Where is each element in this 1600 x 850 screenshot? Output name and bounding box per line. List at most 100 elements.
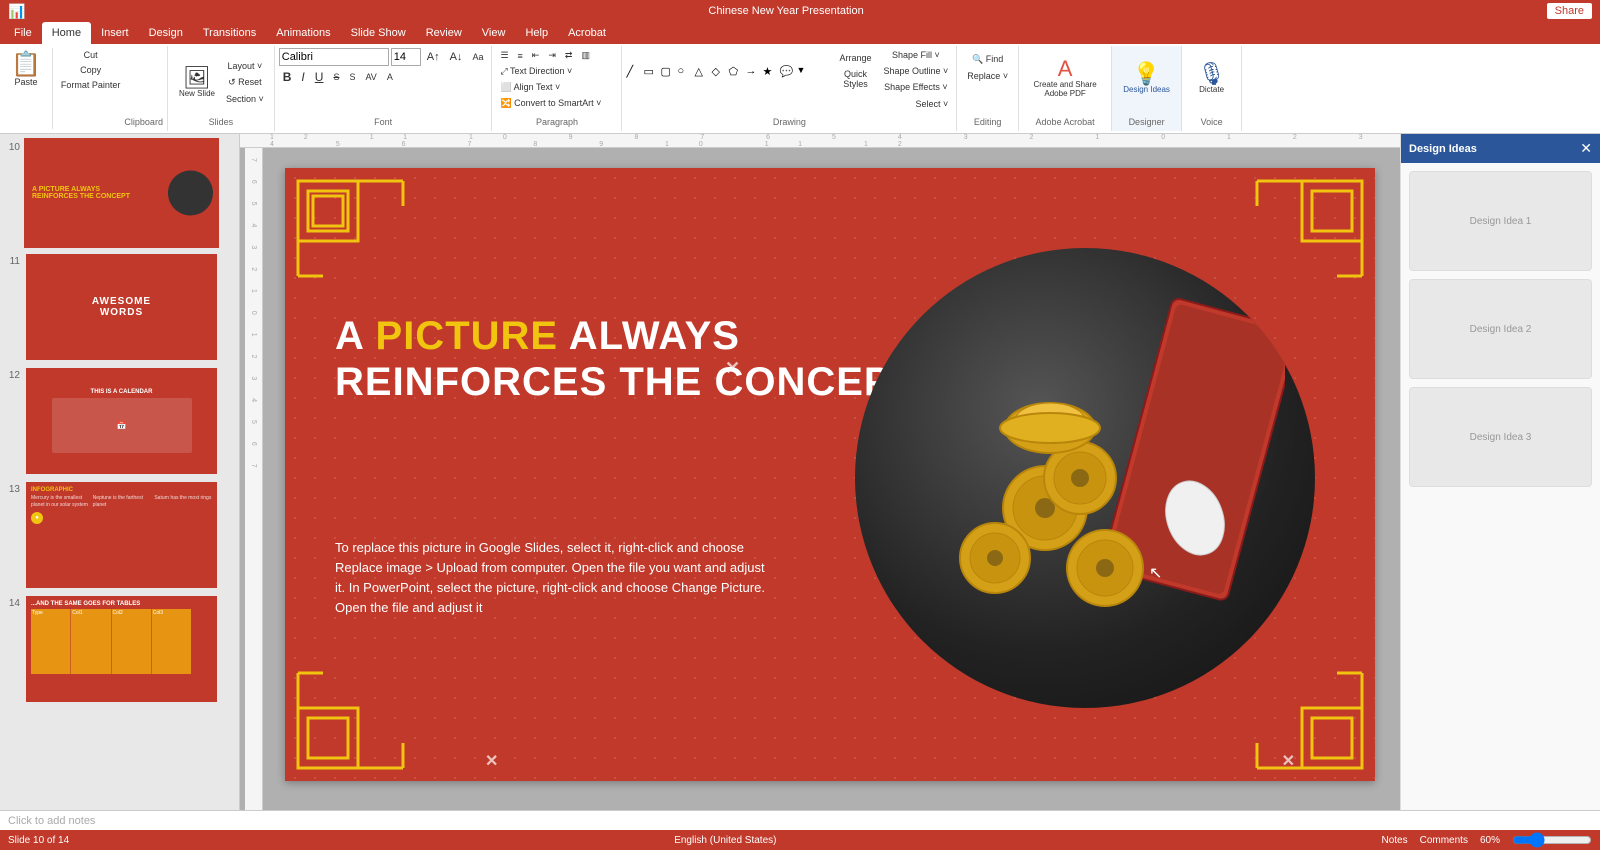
italic-button[interactable]: I (297, 68, 308, 86)
design-idea-3[interactable]: Design Idea 3 (1409, 387, 1592, 487)
font-name-input[interactable] (279, 48, 389, 66)
shape-triangle[interactable]: △ (694, 65, 710, 78)
section-button[interactable]: Section ˅ (222, 92, 268, 106)
language-info: English (United States) (674, 835, 776, 846)
replace-button[interactable]: Replace ˅ (963, 69, 1012, 83)
decrease-font-button[interactable]: A↓ (446, 49, 467, 65)
tab-insert[interactable]: Insert (91, 22, 139, 44)
adobe-icon: A (1058, 58, 1073, 80)
design-idea-1[interactable]: Design Idea 1 (1409, 171, 1592, 271)
shape-pentagon[interactable]: ⬠ (728, 65, 744, 78)
tab-help[interactable]: Help (515, 22, 558, 44)
align-text-button[interactable]: ⬜ Align Text ˅ (496, 80, 564, 95)
drawing-group: ╱ ▭ ▢ ○ △ ◇ ⬠ → ★ 💬 ▼ Arrange QuickStyle… (622, 46, 957, 131)
notes-button[interactable]: Notes (1381, 835, 1407, 846)
shape-more[interactable]: ▼ (796, 65, 812, 78)
layout-button[interactable]: Layout ˅ (222, 59, 268, 73)
slide-canvas[interactable]: ✕ ✕ ✕ ✕ A Picture Always Reinforces The … (285, 168, 1375, 781)
zoom-slider[interactable] (1512, 835, 1592, 845)
slide-num-12: 12 (4, 366, 20, 381)
slide-thumb-14[interactable]: 14 ...And the same goes for tables Type … (4, 594, 235, 704)
slide-img-11[interactable]: AwesomeWords (24, 252, 219, 362)
select-button[interactable]: Select ˅ (912, 97, 953, 111)
quick-styles-button[interactable]: QuickStyles (835, 67, 875, 91)
find-button[interactable]: 🔍 Find (963, 52, 1012, 67)
tab-transitions[interactable]: Transitions (193, 22, 266, 44)
slide-img-12[interactable]: This is a Calendar 📅 (24, 366, 219, 476)
fontcolor-button[interactable]: A (383, 70, 397, 84)
designer-close-button[interactable]: ✕ (1580, 140, 1592, 157)
dictate-button[interactable]: 🎙 Dictate (1191, 48, 1233, 108)
text-direction-button[interactable]: ⤢ Text Direction ˅ (496, 64, 576, 79)
underline-button[interactable]: U (311, 68, 328, 86)
slide-heading[interactable]: A Picture Always Reinforces The Concept (335, 313, 917, 405)
strikethrough-button[interactable]: S (329, 70, 343, 84)
slide-thumb-11[interactable]: 11 AwesomeWords (4, 252, 235, 362)
shape-outline-button[interactable]: Shape Outline ˅ (879, 64, 952, 78)
tab-view[interactable]: View (472, 22, 516, 44)
slide-thumb-10[interactable]: 10 A Picture AlwaysReinforces The Concep… (4, 138, 235, 248)
ribbon: 📋 Paste Cut Copy Format Painter Clipboar… (0, 44, 1600, 134)
rtl-button[interactable]: ⇄ (561, 48, 577, 63)
convert-smartart-button[interactable]: 🔀 Convert to SmartArt ˅ (496, 96, 605, 111)
share-button[interactable]: Share (1547, 3, 1592, 19)
comments-button[interactable]: Comments (1420, 835, 1468, 846)
tab-file[interactable]: File (4, 22, 42, 44)
columns-button[interactable]: ▥ (577, 48, 594, 63)
slide-body-text[interactable]: To replace this picture in Google Slides… (335, 538, 775, 619)
new-slide-button[interactable]: 🖼 New Slide (174, 53, 220, 113)
designer-group: 💡 Design Ideas Designer (1112, 46, 1182, 131)
increase-indent-button[interactable]: ⇥ (544, 48, 560, 63)
heading-always: Always (558, 314, 740, 358)
reset-button[interactable]: ↺ Reset (222, 75, 268, 90)
arrange-button[interactable]: Arrange (835, 51, 875, 65)
bold-button[interactable]: B (279, 68, 296, 86)
shape-fill-button[interactable]: Shape Fill ˅ (879, 48, 952, 62)
shape-effects-button[interactable]: Shape Effects ˅ (879, 80, 952, 94)
bullets-button[interactable]: ☰ (496, 48, 512, 63)
copy-button[interactable]: Copy (57, 63, 125, 77)
paste-button[interactable]: 📋 Paste (4, 48, 48, 92)
create-pdf-button[interactable]: A Create and Share Adobe PDF (1023, 48, 1107, 108)
shape-circle[interactable]: ○ (677, 65, 693, 78)
shape-diamond[interactable]: ◇ (711, 65, 727, 78)
tab-home[interactable]: Home (42, 22, 91, 44)
design-ideas-button[interactable]: 💡 Design Ideas (1116, 48, 1177, 108)
slide-thumb-12[interactable]: 12 This is a Calendar 📅 (4, 366, 235, 476)
canvas-wrapper[interactable]: 7 6 5 4 3 2 1 0 1 2 3 4 5 6 7 (245, 148, 1395, 810)
slide-img-10[interactable]: A Picture AlwaysReinforces The Concept (24, 138, 219, 248)
slide-img-13[interactable]: Infographic Mercury is the smallest plan… (24, 480, 219, 590)
clear-format-button[interactable]: Aa (468, 50, 487, 64)
tab-slideshow[interactable]: Slide Show (341, 22, 416, 44)
designer-header: Design Ideas ✕ (1401, 134, 1600, 163)
slide-thumb-13[interactable]: 13 Infographic Mercury is the smallest p… (4, 480, 235, 590)
slide-circle-image[interactable] (855, 248, 1315, 708)
shape-line[interactable]: ╱ (626, 65, 642, 78)
slide-num-11: 11 (4, 252, 20, 267)
decrease-indent-button[interactable]: ⇤ (528, 48, 544, 63)
tab-review[interactable]: Review (416, 22, 472, 44)
shape-rounded[interactable]: ▢ (660, 65, 676, 78)
corner-decoration-bl (293, 633, 443, 773)
shape-arrow[interactable]: → (745, 65, 761, 78)
canvas-area[interactable]: 12 11 10 9 8 7 6 5 4 3 2 1 0 1 2 3 4 5 6… (240, 134, 1400, 810)
format-painter-button[interactable]: Format Painter (57, 78, 125, 92)
numbering-button[interactable]: ≡ (514, 49, 527, 63)
tab-animations[interactable]: Animations (266, 22, 340, 44)
cross-marker-4: ✕ (1282, 751, 1295, 771)
shape-star[interactable]: ★ (762, 65, 778, 78)
tab-design[interactable]: Design (139, 22, 193, 44)
increase-font-button[interactable]: A↑ (423, 49, 444, 65)
cut-button[interactable]: Cut (57, 48, 125, 62)
shadow-button[interactable]: S (345, 70, 359, 84)
notes-bar[interactable]: Click to add notes (0, 810, 1600, 830)
font-size-input[interactable] (391, 48, 421, 66)
tab-acrobat[interactable]: Acrobat (558, 22, 616, 44)
design-idea-2[interactable]: Design Idea 2 (1409, 279, 1592, 379)
shape-callout[interactable]: 💬 (779, 65, 795, 78)
slide-img-14[interactable]: ...And the same goes for tables Type Col… (24, 594, 219, 704)
shape-rect[interactable]: ▭ (643, 65, 659, 78)
char-spacing-button[interactable]: AV (361, 70, 380, 84)
app-icon: 📊 (8, 3, 25, 20)
slide-num-10: 10 (4, 138, 20, 153)
